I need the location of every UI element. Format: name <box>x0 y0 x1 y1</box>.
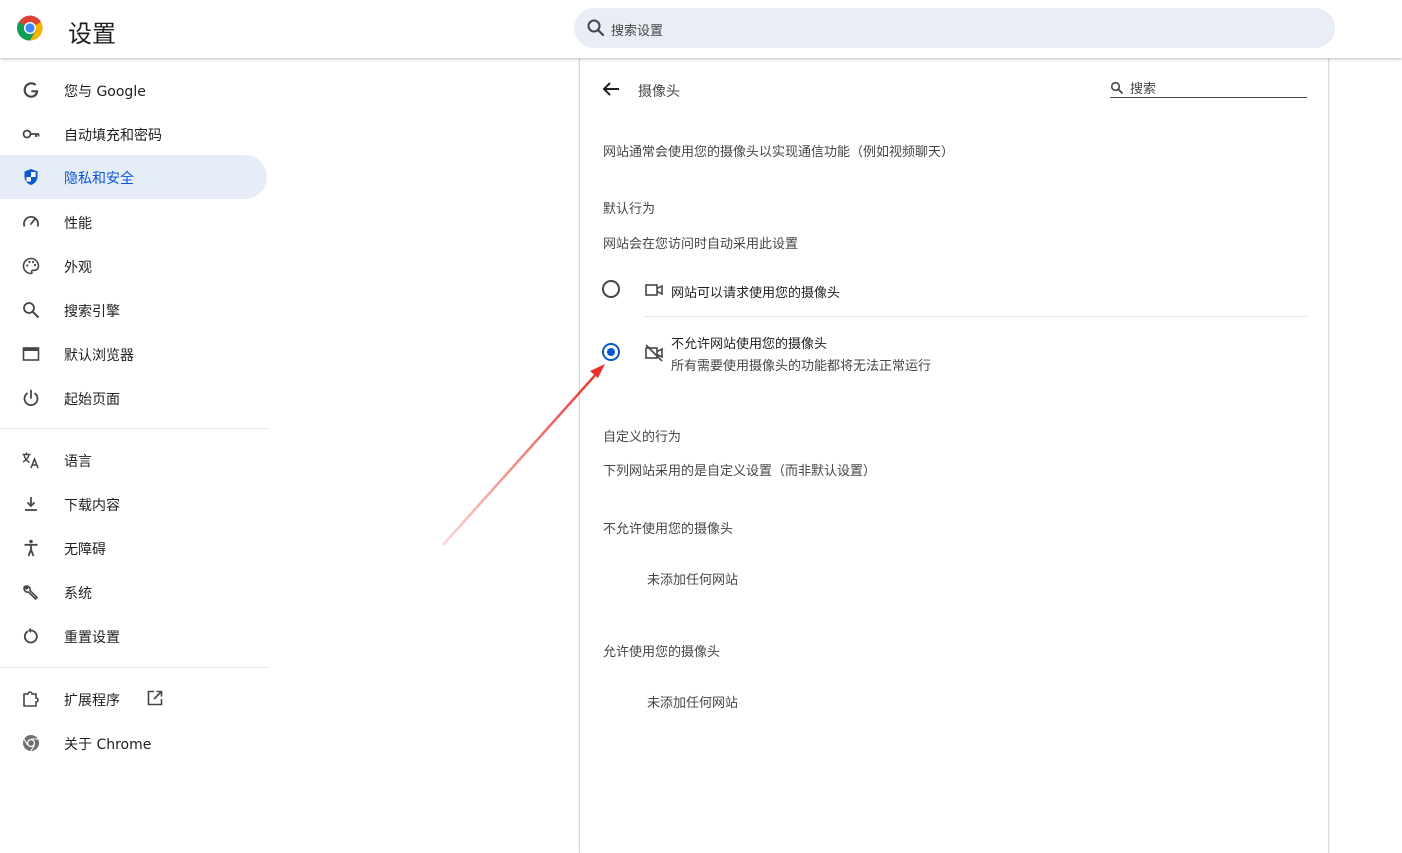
sidebar-divider <box>0 667 269 668</box>
accessibility-icon <box>24 539 38 557</box>
sidebar-item-languages[interactable]: 语言 <box>0 438 267 482</box>
search-icon <box>1110 81 1124 95</box>
sidebar-item-startup[interactable]: 起始页面 <box>0 376 267 420</box>
page-title: 设置 <box>68 20 116 48</box>
option-block-sublabel: 所有需要使用摄像头的功能都将无法正常运行 <box>671 359 932 374</box>
sidebar-item-privacy[interactable]: 隐私和安全 <box>0 155 267 199</box>
sidebar-item-appearance[interactable]: 外观 <box>0 244 267 288</box>
sidebar-item-you-and-google[interactable]: 您与 Google <box>0 68 267 112</box>
sidebar-item-performance[interactable]: 性能 <box>0 200 267 244</box>
option-allow-ask-label[interactable]: 网站可以请求使用您的摄像头 <box>671 282 840 301</box>
sidebar-item-extensions[interactable]: 扩展程序 <box>0 677 267 721</box>
radio-allow-ask[interactable] <box>602 280 620 298</box>
speedometer-icon <box>23 216 39 227</box>
blocked-sites-empty: 未添加任何网站 <box>647 573 739 588</box>
sidebar-item-accessibility[interactable]: 无障碍 <box>0 526 267 570</box>
panel-title: 摄像头 <box>638 84 680 100</box>
chrome-logo-icon <box>17 15 43 41</box>
panel-search-input[interactable]: 搜索 <box>1110 76 1307 98</box>
custom-behavior-heading: 自定义的行为 <box>603 430 682 445</box>
chrome-icon <box>23 735 39 752</box>
translate-icon <box>22 452 39 469</box>
search-icon <box>587 19 605 37</box>
settings-search-input[interactable]: 搜索设置 <box>574 8 1335 48</box>
search-icon <box>23 302 39 318</box>
shield-icon <box>24 169 38 185</box>
search-placeholder: 搜索设置 <box>611 24 664 39</box>
allowed-sites-heading: 允许使用您的摄像头 <box>603 645 721 660</box>
option-block-label[interactable]: 不允许网站使用您的摄像头 <box>671 333 827 352</box>
camera-icon <box>645 284 663 296</box>
open-in-new-icon[interactable] <box>146 689 164 707</box>
option-divider <box>644 316 1307 317</box>
panel-search-placeholder: 搜索 <box>1130 82 1157 97</box>
google-g-icon <box>23 82 39 98</box>
power-icon <box>23 389 39 407</box>
sidebar-divider <box>0 428 269 429</box>
sidebar-item-reset[interactable]: 重置设置 <box>0 614 267 658</box>
key-icon <box>22 129 40 139</box>
sidebar-item-search-engine[interactable]: 搜索引擎 <box>0 288 267 332</box>
blocked-sites-heading: 不允许使用您的摄像头 <box>603 522 734 537</box>
back-arrow-icon[interactable] <box>600 78 622 100</box>
puzzle-icon <box>23 691 39 707</box>
wrench-icon <box>22 585 39 601</box>
allowed-sites-empty: 未添加任何网站 <box>647 696 739 711</box>
sidebar: 您与 Google 自动填充和密码 隐私和安全 性能 外观 搜索引擎 默认浏览器… <box>0 58 280 853</box>
sidebar-item-autofill[interactable]: 自动填充和密码 <box>0 112 267 156</box>
download-icon <box>25 497 37 511</box>
camera-settings-panel: 摄像头 搜索 网站通常会使用您的摄像头以实现通信功能（例如视频聊天） 默认行为 … <box>579 58 1329 853</box>
palette-icon <box>22 257 40 275</box>
custom-behavior-subtext: 下列网站采用的是自定义设置（而非默认设置） <box>603 464 877 479</box>
top-bar: 设置 搜索设置 <box>0 0 1402 58</box>
reset-icon <box>23 627 38 644</box>
camera-description: 网站通常会使用您的摄像头以实现通信功能（例如视频聊天） <box>603 145 955 160</box>
radio-block[interactable] <box>602 343 620 361</box>
default-behavior-heading: 默认行为 <box>603 202 656 217</box>
sidebar-item-about-chrome[interactable]: 关于 Chrome <box>0 721 267 765</box>
default-behavior-subtext: 网站会在您访问时自动采用此设置 <box>603 237 799 252</box>
sidebar-item-system[interactable]: 系统 <box>0 570 267 614</box>
camera-off-icon <box>645 344 663 362</box>
sidebar-item-default-browser[interactable]: 默认浏览器 <box>0 332 267 376</box>
sidebar-item-downloads[interactable]: 下载内容 <box>0 482 267 526</box>
browser-window-icon <box>22 347 40 361</box>
